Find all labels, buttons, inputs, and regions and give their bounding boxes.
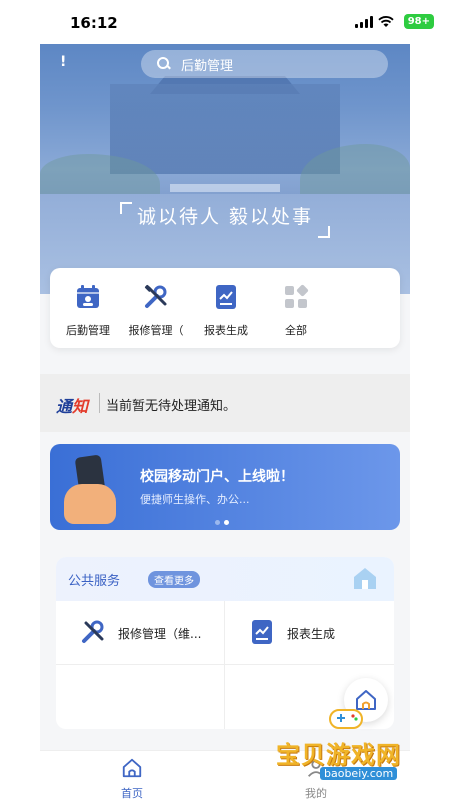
- notice-bar[interactable]: 通知 当前暂无待处理通知。: [40, 374, 410, 432]
- gamepad-logo-icon: [329, 709, 363, 729]
- home-icon: [122, 758, 142, 778]
- status-icons: [355, 16, 394, 28]
- quick-action-all[interactable]: 全部: [258, 284, 334, 338]
- house-icon: [354, 568, 376, 589]
- quick-action-label: 报表生成: [204, 324, 248, 337]
- search-text: 后勤管理: [181, 58, 234, 74]
- notice-logo-part-b: 知: [72, 397, 89, 416]
- search-bar[interactable]: 后勤管理: [141, 50, 388, 78]
- slogan-bracket-right: [318, 226, 330, 238]
- hand-illustration: [64, 484, 116, 524]
- slogan: 诚以待人 毅以处事: [136, 206, 314, 228]
- promo-banner[interactable]: 校园移动门户、上线啦！ 便捷师生操作、办公...: [50, 444, 400, 530]
- public-service-header: 公共服务 查看更多: [56, 557, 394, 601]
- quick-action-label: 全部: [285, 324, 307, 337]
- site-watermark: 宝贝游戏网 baobeiy.com: [270, 735, 430, 785]
- service-item-report[interactable]: 报表生成: [225, 601, 394, 665]
- service-item-repair[interactable]: 报修管理（维...: [56, 601, 225, 665]
- app-screen: ! 后勤管理 诚以待人 毅以处事 后勤管理 报修管理（ 报表生成 全部 通知 当…: [40, 44, 410, 800]
- watermark-url: baobeiy.com: [320, 767, 398, 780]
- public-service-title: 公共服务: [68, 574, 121, 589]
- carousel-dots[interactable]: [215, 520, 229, 525]
- quick-action-label: 后勤管理: [66, 324, 110, 337]
- service-item-label: 报修管理（维...: [118, 627, 202, 641]
- repair-tools-icon: [144, 284, 167, 308]
- campus-building-shape: [110, 84, 340, 174]
- status-bar: 16:12 98+: [0, 0, 450, 44]
- quick-action-label: 报修管理（: [128, 324, 184, 337]
- search-icon: [157, 57, 171, 71]
- calendar-user-icon: [77, 285, 99, 308]
- all-apps-icon: [285, 284, 309, 308]
- wifi-icon: [378, 16, 394, 27]
- tab-label: 我的: [305, 787, 327, 800]
- status-time: 16:12: [70, 14, 118, 32]
- report-chart-icon: [252, 620, 272, 644]
- quick-action-report[interactable]: 报表生成: [188, 284, 264, 338]
- carousel-dot-active[interactable]: [224, 520, 229, 525]
- quick-actions-card: 后勤管理 报修管理（ 报表生成 全部: [50, 268, 400, 348]
- view-more-button[interactable]: 查看更多: [148, 571, 200, 588]
- notice-divider: [99, 393, 100, 413]
- notice-logo-part-a: 通: [56, 397, 73, 416]
- service-item-label: 报表生成: [287, 627, 336, 641]
- battery-indicator: 98+: [403, 14, 434, 29]
- plaza-line-shape: [170, 184, 280, 192]
- report-chart-icon: [216, 285, 236, 309]
- tab-label: 首页: [121, 787, 143, 800]
- service-item-empty: [56, 665, 225, 729]
- quick-action-logistics[interactable]: 后勤管理: [50, 284, 126, 338]
- back-button[interactable]: !: [60, 54, 66, 70]
- repair-tools-icon: [82, 620, 104, 643]
- watermark-text: 宝贝游戏网: [276, 741, 401, 769]
- carousel-dot[interactable]: [215, 520, 220, 525]
- signal-icon: [355, 16, 373, 28]
- notice-text: 当前暂无待处理通知。: [106, 399, 237, 414]
- tab-home[interactable]: 首页: [102, 757, 162, 800]
- hero-banner: ! 后勤管理 诚以待人 毅以处事: [40, 44, 410, 294]
- notice-logo: 通知: [56, 393, 88, 417]
- banner-title: 校园移动门户、上线啦！: [140, 469, 294, 485]
- banner-subtitle: 便捷师生操作、办公...: [140, 493, 250, 506]
- quick-action-repair[interactable]: 报修管理（: [118, 284, 194, 338]
